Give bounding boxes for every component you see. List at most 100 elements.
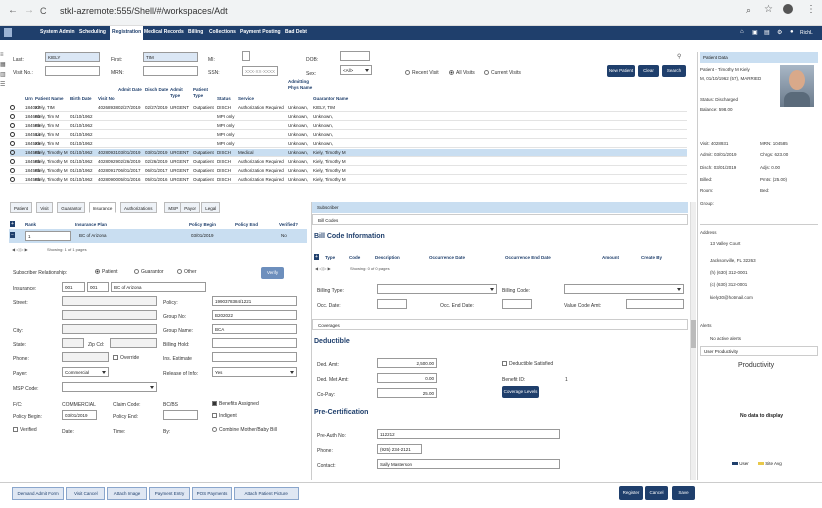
table-row[interactable]: 184505 Kiely, Timothy M 01/10/1962 40280929…	[10, 158, 687, 166]
row-expand-icon[interactable]	[10, 141, 15, 146]
group-name-input[interactable]: BCA	[212, 324, 297, 334]
print-icon[interactable]: ▤	[764, 29, 770, 36]
user-icon[interactable]: ●	[790, 29, 794, 35]
list-icon[interactable]: ☰	[0, 81, 9, 88]
combine-checkbox[interactable]: Combine Mother/Baby Bill	[212, 427, 277, 433]
city-input[interactable]	[62, 324, 157, 334]
first-name-input[interactable]: TIM	[143, 52, 198, 62]
register-button[interactable]: Register	[619, 486, 643, 500]
copay-input[interactable]: 25.00	[377, 388, 437, 398]
rank-input[interactable]: 1	[25, 231, 71, 241]
star-icon[interactable]: ☆	[764, 4, 773, 15]
grid-header-3[interactable]: Visit No	[98, 96, 158, 102]
table-row[interactable]: 184529 Kiely, Tim M 01/10/1962 MPI only Unkn…	[10, 140, 687, 148]
cancel-button[interactable]: Cancel	[645, 486, 668, 500]
current-visits-radio[interactable]: Current Visits	[484, 70, 521, 76]
tab-legal[interactable]: Legal	[201, 202, 221, 213]
table-row[interactable]: 184505 Kiely, Timothy M 01/10/1962 40280900…	[10, 176, 687, 184]
occ-date-input[interactable]	[377, 299, 407, 309]
policy-input[interactable]: 1990378384/1221	[212, 296, 297, 306]
dob-input[interactable]	[340, 51, 370, 61]
remove-icon[interactable]: −	[10, 232, 15, 238]
table-row[interactable]: 184027 Kiely, TIM 40268938 02/27/2019 02/27/…	[10, 104, 687, 112]
table-row[interactable]: 184514 Kiely, Tim M 01/10/1962 MPI only Unkn…	[10, 131, 687, 139]
bill-pager[interactable]: ◀ ◁ ▷ ▶	[315, 266, 331, 271]
ins-code1-input[interactable]: 001	[62, 282, 85, 292]
nav-item-scheduling[interactable]: Scheduling	[77, 29, 108, 37]
payer-select[interactable]: Commercial	[62, 367, 109, 377]
grid-header-11[interactable]: Guarantor Name	[313, 96, 373, 102]
recent-visit-radio[interactable]: Recent Visit	[405, 70, 439, 76]
verify-button[interactable]: Verify	[261, 267, 284, 279]
user-productivity-header[interactable]: User Productivity	[700, 346, 818, 356]
tab-insurance[interactable]: Insurance	[88, 202, 117, 213]
billing-code-select[interactable]	[564, 284, 684, 294]
visit-no-input[interactable]	[45, 66, 100, 76]
contact-input[interactable]: Sally Masterson	[377, 459, 560, 469]
row-expand-icon[interactable]	[10, 150, 15, 155]
home-icon[interactable]: ⌂	[740, 29, 744, 35]
row-expand-icon[interactable]	[10, 114, 15, 119]
grid-header-5[interactable]: Disch Date	[145, 87, 169, 93]
nav-item-collections[interactable]: Collections	[207, 29, 238, 37]
filter-icon[interactable]: ▥	[0, 71, 9, 78]
table-row[interactable]: 184600 Kiely, Tim M 01/10/1962 MPI only Unkn…	[10, 113, 687, 121]
verified-checkbox[interactable]: Verified	[13, 427, 37, 433]
msp-code-select[interactable]	[62, 382, 157, 392]
insurance-row[interactable]: − 1 BC of Arizona 03/01/2019 No	[9, 229, 307, 243]
add-icon[interactable]: +	[10, 221, 15, 227]
grid-header-7[interactable]: Patient Type	[193, 87, 217, 98]
billing-type-select[interactable]	[377, 284, 497, 294]
subscriber-header[interactable]: Subscriber	[312, 202, 688, 213]
tab-authorizations[interactable]: Authorizations	[120, 202, 157, 213]
ins-estimate-input[interactable]	[212, 352, 297, 362]
pager[interactable]: ◀ ◁ ▷ ▶	[12, 247, 28, 252]
table-row[interactable]: 184509 Kiely, Tim M 01/10/1962 MPI only Unkn…	[10, 122, 687, 130]
deductible-satisfied-checkbox[interactable]: Deductible Satisfied	[502, 361, 553, 367]
lock-icon[interactable]: ▣	[752, 29, 758, 36]
ins-name-input[interactable]: BC of Arizona	[111, 282, 206, 292]
reload-icon[interactable]: C	[40, 6, 47, 16]
coverages-header[interactable]: Coverages	[312, 319, 688, 330]
grid-header-4[interactable]: Admit Date	[118, 87, 142, 93]
footer-btn-demand-admit-form[interactable]: Demand Admit Form	[12, 487, 65, 500]
search-button[interactable]: Search	[662, 65, 686, 77]
footer-btn-payment-entry[interactable]: Payment Entry	[148, 487, 191, 500]
guarantor-radio[interactable]: Guarantor	[134, 269, 164, 275]
row-expand-icon[interactable]	[10, 132, 15, 137]
phone-input[interactable]	[62, 352, 109, 362]
settings-icon[interactable]: ⚙	[777, 29, 782, 36]
grid-header-6[interactable]: Admit Type	[170, 87, 194, 98]
back-icon[interactable]: ←	[8, 5, 18, 16]
grid-header-10[interactable]: Admitting Phys Name	[288, 79, 314, 90]
user-name[interactable]: RichL	[800, 30, 813, 36]
scrollbar[interactable]	[690, 202, 696, 480]
account-icon[interactable]	[783, 4, 793, 14]
sex-select[interactable]: <All>	[340, 65, 372, 75]
mi-input[interactable]	[242, 51, 250, 61]
grid-header-9[interactable]: Service	[238, 96, 298, 102]
override-checkbox[interactable]: Override	[113, 355, 139, 361]
occ-end-input[interactable]	[502, 299, 532, 309]
email[interactable]: kiely30@hotmail.com	[710, 295, 753, 300]
last-name-input[interactable]: KIELY	[45, 52, 100, 62]
nav-item-bad-debt[interactable]: Bad Debt	[283, 29, 309, 37]
footer-btn-attach-patient-picture[interactable]: Attach Patient Picture	[233, 487, 299, 500]
footer-btn-attach-image[interactable]: Attach Image	[107, 487, 147, 500]
policy-end-input[interactable]	[163, 410, 198, 420]
zoom-icon[interactable]: ⌕	[746, 5, 751, 16]
new-patient-button[interactable]: New Patient	[607, 65, 635, 77]
state-input[interactable]	[62, 338, 84, 348]
ded-met-input[interactable]: 0.00	[377, 373, 437, 383]
other-radio[interactable]: Other	[177, 269, 197, 275]
save-button[interactable]: Save	[672, 486, 695, 500]
all-visits-radio[interactable]: All Visits	[449, 70, 475, 76]
policy-begin-input[interactable]: 03/01/2019	[62, 410, 97, 420]
tab-guarantor[interactable]: Guarantor	[57, 202, 86, 213]
value-code-input[interactable]	[626, 299, 684, 309]
url-bar[interactable]: stkl-azremote:555/Shell/#/workspaces/Adt	[60, 6, 228, 16]
tab-payor[interactable]: Payor	[180, 202, 200, 213]
footer-btn-pos-payments[interactable]: POS Payments	[192, 487, 232, 500]
nav-item-system-admin[interactable]: System Admin	[38, 29, 77, 37]
table-row[interactable]: 184505 Kiely, Timothy M 01/10/1962 40280917…	[10, 167, 687, 175]
